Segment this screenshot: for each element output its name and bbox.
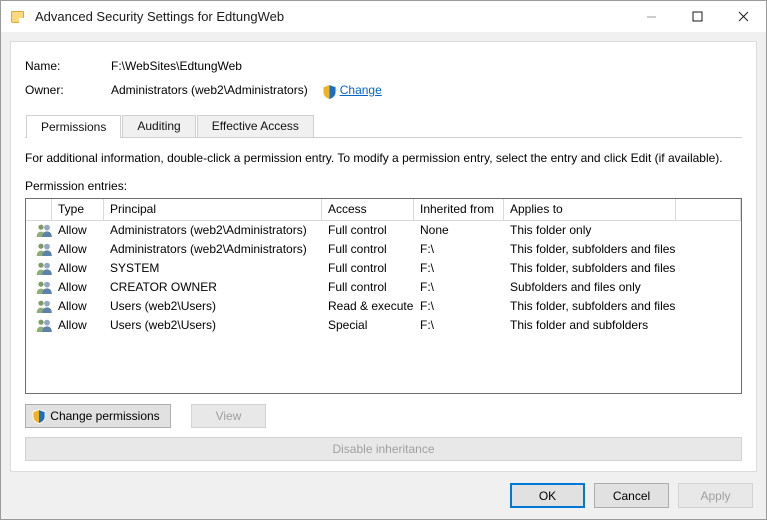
column-header-inherited-from[interactable]: Inherited from [414,199,504,220]
list-header: Type Principal Access Inherited from App… [26,199,741,221]
view-button[interactable]: View [191,404,266,428]
row-type: Allow [58,299,87,313]
action-button-row: Change permissions View [25,404,742,428]
row-access: Full control [328,242,387,256]
table-row[interactable]: Allow CREATOR OWNER Full control F:\ Sub… [26,278,741,297]
row-principal: Administrators (web2\Administrators) [110,223,307,237]
cancel-label: Cancel [612,488,651,503]
row-access: Full control [328,261,387,275]
uac-shield-icon [322,84,337,100]
users-group-icon [36,318,52,333]
row-type: Allow [58,280,87,294]
dialog-footer: OK Cancel Apply [1,472,766,519]
disable-inheritance-button[interactable]: Disable inheritance [25,437,742,461]
column-header-icon[interactable] [26,199,52,220]
ok-label: OK [538,488,557,503]
row-principal: CREATOR OWNER [110,280,217,294]
users-group-icon [36,280,52,295]
permission-entries-list[interactable]: Type Principal Access Inherited from App… [25,198,742,394]
apply-button[interactable]: Apply [678,483,753,508]
row-applies-to: This folder, subfolders and files [510,242,676,256]
row-principal: Users (web2\Users) [110,318,217,332]
row-inherited-from: F:\ [420,242,434,256]
row-icon-cell [26,223,52,238]
tab-permissions[interactable]: Permissions [26,115,122,138]
row-type: Allow [58,261,87,275]
row-type: Allow [58,223,87,237]
table-row[interactable]: Allow Users (web2\Users) Read & execute … [26,297,741,316]
folder-icon [10,9,26,25]
view-label: View [215,409,242,423]
row-access: Full control [328,223,387,237]
table-row[interactable]: Allow Administrators (web2\Administrator… [26,240,741,259]
row-icon-cell [26,318,52,333]
row-access: Special [328,318,368,332]
row-access: Full control [328,280,387,294]
row-applies-to: This folder, subfolders and files [510,261,676,275]
cancel-button[interactable]: Cancel [594,483,669,508]
column-header-spacer[interactable] [676,199,741,220]
row-icon-cell [26,299,52,314]
title-bar[interactable]: Advanced Security Settings for EdtungWeb [1,1,766,32]
content-panel: Name: F:\WebSites\EdtungWeb Owner: Admin… [10,41,757,472]
panel-wrapper: Name: F:\WebSites\EdtungWeb Owner: Admin… [1,32,766,472]
change-permissions-button[interactable]: Change permissions [25,404,171,428]
row-applies-to: Subfolders and files only [510,280,641,294]
ok-button[interactable]: OK [510,483,585,508]
users-group-icon [36,242,52,257]
maximize-icon[interactable] [674,1,720,32]
row-inherited-from: F:\ [420,299,434,313]
column-header-principal[interactable]: Principal [104,199,322,220]
tab-auditing[interactable]: Auditing [122,115,196,137]
apply-label: Apply [700,488,731,503]
instruction-text: For additional information, double-click… [25,151,723,165]
column-header-access[interactable]: Access [322,199,414,220]
column-header-type[interactable]: Type [52,199,104,220]
owner-value: Administrators (web2\Administrators) [111,83,308,97]
row-access: Read & execute [328,299,414,313]
row-type: Allow [58,242,87,256]
table-row[interactable]: Allow Users (web2\Users) Special F:\ Thi… [26,316,741,335]
row-inherited-from: F:\ [420,318,434,332]
name-row: Name: F:\WebSites\EdtungWeb [25,54,742,78]
disable-inheritance-label: Disable inheritance [332,442,435,456]
minimize-icon[interactable] [628,1,674,32]
users-group-icon [36,261,52,276]
window-controls [628,1,766,32]
table-row[interactable]: Allow SYSTEM Full control F:\ This folde… [26,259,741,278]
uac-shield-icon [32,408,46,424]
name-value: F:\WebSites\EdtungWeb [111,59,242,73]
row-applies-to: This folder, subfolders and files [510,299,676,313]
users-group-icon [36,223,52,238]
row-icon-cell [26,261,52,276]
row-inherited-from: F:\ [420,261,434,275]
tab-effective-access[interactable]: Effective Access [196,115,314,137]
window-title: Advanced Security Settings for EdtungWeb [35,9,285,24]
row-applies-to: This folder and subfolders [510,318,649,332]
row-inherited-from: F:\ [420,280,434,294]
owner-label: Owner: [25,83,64,97]
advanced-security-settings-dialog: Advanced Security Settings for EdtungWeb… [0,0,767,520]
row-icon-cell [26,242,52,257]
tab-bar: Permissions Auditing Effective Access [25,115,742,138]
column-header-applies-to[interactable]: Applies to [504,199,676,220]
close-icon[interactable] [720,1,766,32]
row-principal: SYSTEM [110,261,160,275]
row-icon-cell [26,280,52,295]
row-inherited-from: None [420,223,449,237]
table-row[interactable]: Allow Administrators (web2\Administrator… [26,221,741,240]
users-group-icon [36,299,52,314]
owner-row: Owner: Administrators (web2\Administrato… [25,78,742,102]
row-principal: Administrators (web2\Administrators) [110,242,307,256]
change-owner-link[interactable]: Change [340,83,382,97]
name-label: Name: [25,59,61,73]
row-applies-to: This folder only [510,223,592,237]
row-principal: Users (web2\Users) [110,299,217,313]
row-type: Allow [58,318,87,332]
permission-entries-label: Permission entries: [25,179,128,193]
change-permissions-label: Change permissions [50,409,160,423]
